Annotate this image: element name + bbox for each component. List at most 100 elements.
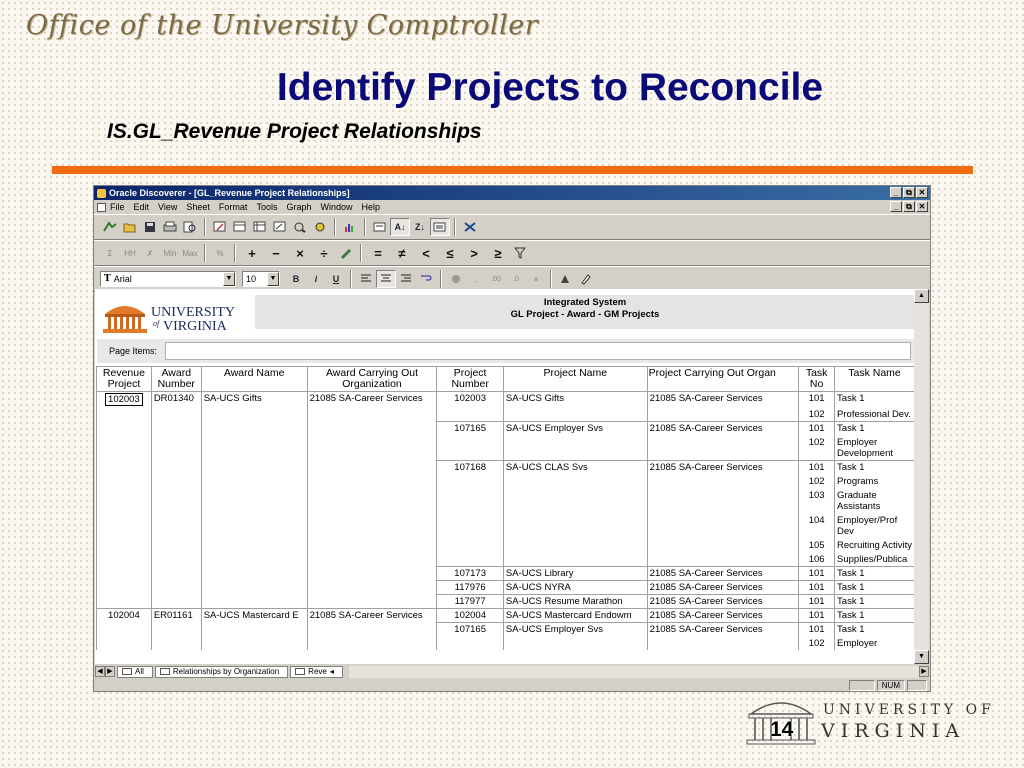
sort-ascending-icon[interactable]: A↓: [390, 218, 410, 236]
tab-scroll-icon[interactable]: ◂: [330, 667, 334, 676]
revenue-project-cell[interactable]: [96, 474, 152, 488]
task-name-cell[interactable]: Recruiting Activity: [834, 538, 915, 552]
award-org-cell[interactable]: [306, 566, 438, 580]
project-number-cell[interactable]: 107168: [436, 459, 504, 474]
award-name-cell[interactable]: [200, 552, 308, 566]
award-name-cell[interactable]: [200, 421, 308, 435]
award-name-cell[interactable]: SA-UCS Gifts: [200, 391, 308, 407]
horizontal-scrollbar[interactable]: [348, 665, 919, 678]
task-name-cell[interactable]: Supplies/Publica: [834, 552, 915, 566]
sort-descending-icon[interactable]: Z↓: [410, 218, 430, 236]
close-button[interactable]: ✕: [916, 187, 928, 198]
doc-close-button[interactable]: ✕: [916, 201, 928, 212]
selected-cell[interactable]: 102003: [105, 393, 143, 406]
less-equal-button[interactable]: ≤: [438, 244, 462, 262]
task-name-cell[interactable]: Programs: [834, 474, 915, 488]
window-titlebar[interactable]: Oracle Discoverer - [GL_Revenue Project …: [94, 186, 930, 200]
menu-window[interactable]: Window: [320, 202, 352, 212]
bold-button[interactable]: B: [286, 270, 306, 288]
menu-graph[interactable]: Graph: [286, 202, 311, 212]
project-number-cell[interactable]: 102004: [436, 607, 504, 622]
font-size-select[interactable]: 10 ▼: [242, 271, 280, 287]
italic-button[interactable]: i: [306, 270, 326, 288]
award-name-cell[interactable]: [200, 580, 308, 594]
award-org-cell[interactable]: [306, 580, 438, 594]
project-name-cell[interactable]: SA-UCS Resume Marathon: [502, 593, 648, 608]
project-name-cell[interactable]: SA-UCS CLAS Svs: [502, 459, 648, 474]
column-header[interactable]: Award Carrying Out Organization: [306, 366, 438, 392]
decrease-decimal-button[interactable]: .0: [506, 270, 526, 288]
award-number-cell[interactable]: [150, 580, 202, 594]
task-no-cell[interactable]: 103: [798, 488, 836, 513]
table-row[interactable]: 117977 SA-UCS Resume Marathon 21085 SA-Car…: [96, 593, 915, 608]
task-no-cell[interactable]: 102: [798, 435, 836, 460]
tab-next-icon[interactable]: ▶: [105, 666, 115, 677]
percent-button[interactable]: %: [210, 244, 230, 262]
column-header[interactable]: Project Name: [502, 366, 648, 392]
award-number-cell[interactable]: DR01340: [150, 391, 202, 407]
graph-icon[interactable]: [340, 218, 360, 236]
table-row[interactable]: 107165 SA-UCS Employer Svs 21085 SA-Career…: [96, 420, 915, 435]
table-row[interactable]: 102 Employer Development: [96, 435, 915, 460]
task-no-cell[interactable]: 102: [798, 474, 836, 488]
project-number-cell[interactable]: 107173: [436, 565, 504, 580]
award-org-cell[interactable]: [306, 488, 438, 513]
text-color-icon[interactable]: [576, 270, 596, 288]
project-org-cell[interactable]: [646, 407, 800, 421]
less-than-button[interactable]: <: [414, 244, 438, 262]
table-row[interactable]: 117976 SA-UCS NYRA 21085 SA-Career Service…: [96, 579, 915, 594]
task-no-cell[interactable]: 101: [798, 565, 836, 580]
table-row[interactable]: 105 Recruiting Activity: [96, 538, 915, 552]
format-data-icon[interactable]: [446, 270, 466, 288]
font-name-select[interactable]: T Arial ▼: [100, 271, 236, 287]
filter-icon[interactable]: [510, 244, 530, 262]
award-name-cell[interactable]: [200, 636, 308, 650]
crosstab-icon[interactable]: [250, 218, 270, 236]
award-org-cell[interactable]: [306, 594, 438, 608]
chevron-down-icon[interactable]: ▼: [267, 272, 279, 286]
award-name-cell[interactable]: [200, 435, 308, 460]
background-color-icon[interactable]: [556, 270, 576, 288]
award-name-cell[interactable]: [200, 460, 308, 474]
totals-icon[interactable]: [430, 218, 450, 236]
document-icon[interactable]: [97, 202, 106, 212]
project-name-cell[interactable]: [502, 538, 648, 552]
project-name-cell[interactable]: SA-UCS NYRA: [502, 579, 648, 594]
award-name-cell[interactable]: [200, 538, 308, 552]
project-number-cell[interactable]: [436, 636, 504, 650]
project-name-cell[interactable]: [502, 474, 648, 488]
award-org-cell[interactable]: [306, 407, 438, 421]
task-no-cell[interactable]: 101: [798, 391, 836, 407]
menu-file[interactable]: File: [110, 202, 125, 212]
format-heading-icon[interactable]: ≡: [526, 270, 546, 288]
menu-sheet[interactable]: Sheet: [186, 202, 210, 212]
revenue-project-cell[interactable]: [96, 566, 152, 580]
award-name-cell[interactable]: [200, 474, 308, 488]
project-name-cell[interactable]: SA-UCS Employer Svs: [502, 420, 648, 435]
average-icon[interactable]: ✗: [140, 244, 160, 262]
task-name-cell[interactable]: Professional Dev.: [834, 407, 915, 421]
conditions-icon[interactable]: [370, 218, 390, 236]
column-header[interactable]: Project Number: [436, 366, 504, 392]
column-header[interactable]: Task No: [798, 366, 836, 392]
task-name-cell[interactable]: Task 1: [834, 391, 915, 407]
project-org-cell[interactable]: [646, 513, 800, 538]
table-row[interactable]: 102003 DR01340 SA-UCS Gifts 21085 SA-Career…: [96, 391, 915, 407]
revenue-project-cell[interactable]: [96, 580, 152, 594]
project-number-cell[interactable]: [436, 435, 504, 460]
column-header[interactable]: Award Number: [150, 366, 202, 392]
project-org-cell[interactable]: 21085 SA-Career Services: [646, 579, 800, 594]
align-left-icon[interactable]: [356, 270, 376, 288]
project-org-cell[interactable]: [646, 538, 800, 552]
comma-format-button[interactable]: ,: [466, 270, 486, 288]
table-row[interactable]: 106 Supplies/Publica: [96, 552, 915, 566]
award-number-cell[interactable]: [150, 566, 202, 580]
vertical-scrollbar[interactable]: ▲ ▼: [914, 289, 929, 664]
open-folder-icon[interactable]: [120, 218, 140, 236]
table-row[interactable]: 107165 SA-UCS Employer Svs 21085 SA-Career…: [96, 621, 915, 636]
award-number-cell[interactable]: [150, 435, 202, 460]
revenue-project-cell[interactable]: [96, 488, 152, 513]
project-number-cell[interactable]: [436, 474, 504, 488]
task-no-cell[interactable]: 106: [798, 552, 836, 566]
task-name-cell[interactable]: Task 1: [834, 565, 915, 580]
